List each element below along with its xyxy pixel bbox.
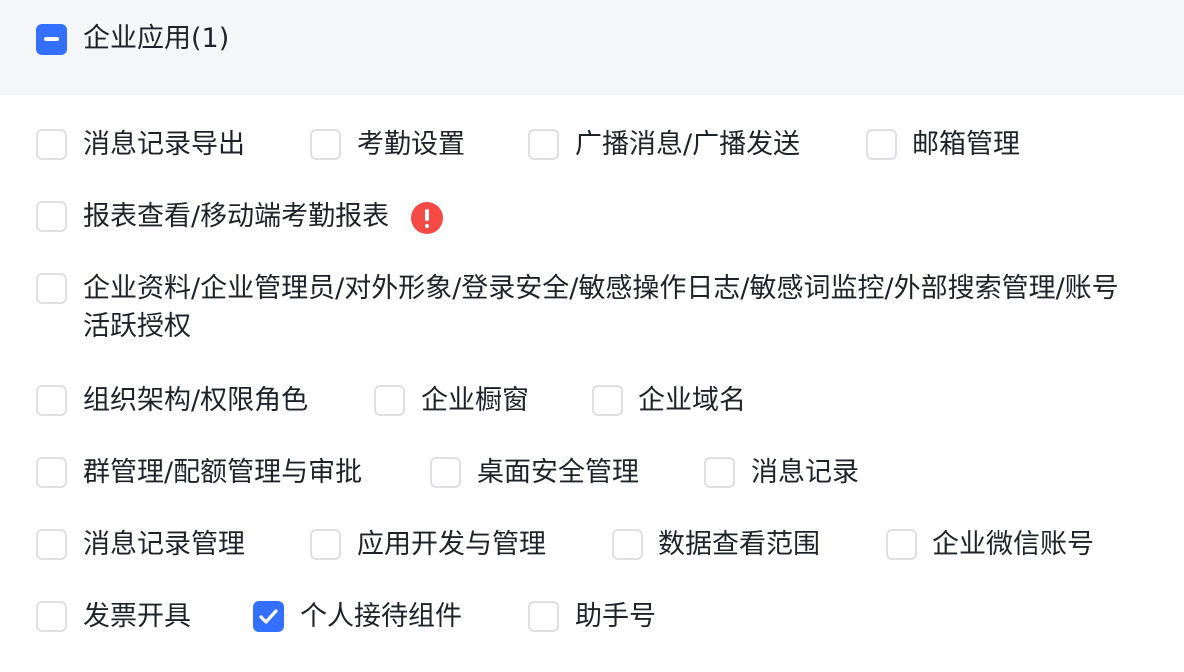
permission-checkbox[interactable] — [36, 457, 67, 488]
permission-label[interactable]: 助手号 — [575, 598, 656, 636]
permission-label[interactable]: 数据查看范围 — [658, 526, 820, 564]
permission-checkbox[interactable] — [36, 273, 67, 304]
permission-checkbox[interactable] — [592, 385, 623, 416]
checkmark-icon — [259, 609, 278, 624]
permission-label[interactable]: 桌面安全管理 — [477, 454, 639, 492]
permission-label[interactable]: 发票开具 — [83, 598, 191, 636]
minus-icon — [44, 37, 59, 41]
permission-label[interactable]: 应用开发与管理 — [357, 526, 546, 564]
permission-checkbox[interactable] — [528, 601, 559, 632]
warning-mark — [425, 209, 429, 221]
permission-checkbox[interactable] — [310, 129, 341, 160]
permission-checkbox[interactable] — [310, 529, 341, 560]
group-header: 企业应用(1) — [0, 0, 1184, 95]
permission-checkbox[interactable] — [866, 129, 897, 160]
permission-checkbox[interactable] — [528, 129, 559, 160]
permission-checkbox[interactable] — [886, 529, 917, 560]
warning-dot — [425, 224, 429, 228]
permission-label[interactable]: 企业域名 — [638, 382, 746, 420]
exclamation-circle-icon[interactable] — [411, 202, 443, 234]
permission-label[interactable]: 企业资料/企业管理员/对外形象/登录安全/敏感操作日志/敏感词监控/外部搜索管理… — [83, 270, 1133, 346]
permission-checkbox[interactable] — [612, 529, 643, 560]
permission-label[interactable]: 邮箱管理 — [912, 126, 1020, 164]
permission-label[interactable]: 消息记录导出 — [83, 126, 245, 164]
permission-label[interactable]: 考勤设置 — [357, 126, 465, 164]
group-title: 企业应用(1) — [83, 23, 230, 54]
permission-checkbox[interactable] — [36, 385, 67, 416]
permission-checkbox[interactable] — [374, 385, 405, 416]
permission-label[interactable]: 企业橱窗 — [421, 382, 529, 420]
permission-checkbox[interactable] — [36, 529, 67, 560]
permission-label[interactable]: 消息记录 — [751, 454, 859, 492]
permission-label[interactable]: 广播消息/广播发送 — [575, 126, 800, 164]
group-indeterminate-checkbox[interactable] — [36, 24, 67, 55]
permission-label[interactable]: 报表查看/移动端考勤报表 — [83, 198, 389, 236]
permission-label[interactable]: 消息记录管理 — [83, 526, 245, 564]
permission-label[interactable]: 企业微信账号 — [932, 526, 1094, 564]
permission-checkbox[interactable] — [430, 457, 461, 488]
permission-checkbox[interactable] — [36, 129, 67, 160]
permission-checkbox[interactable] — [704, 457, 735, 488]
permission-label[interactable]: 个人接待组件 — [300, 598, 462, 636]
permission-checkbox[interactable] — [36, 201, 67, 232]
permission-checkbox-checked[interactable] — [253, 601, 284, 632]
permission-label[interactable]: 群管理/配额管理与审批 — [83, 454, 362, 492]
permission-label[interactable]: 组织架构/权限角色 — [83, 382, 308, 420]
permission-checkbox[interactable] — [36, 601, 67, 632]
